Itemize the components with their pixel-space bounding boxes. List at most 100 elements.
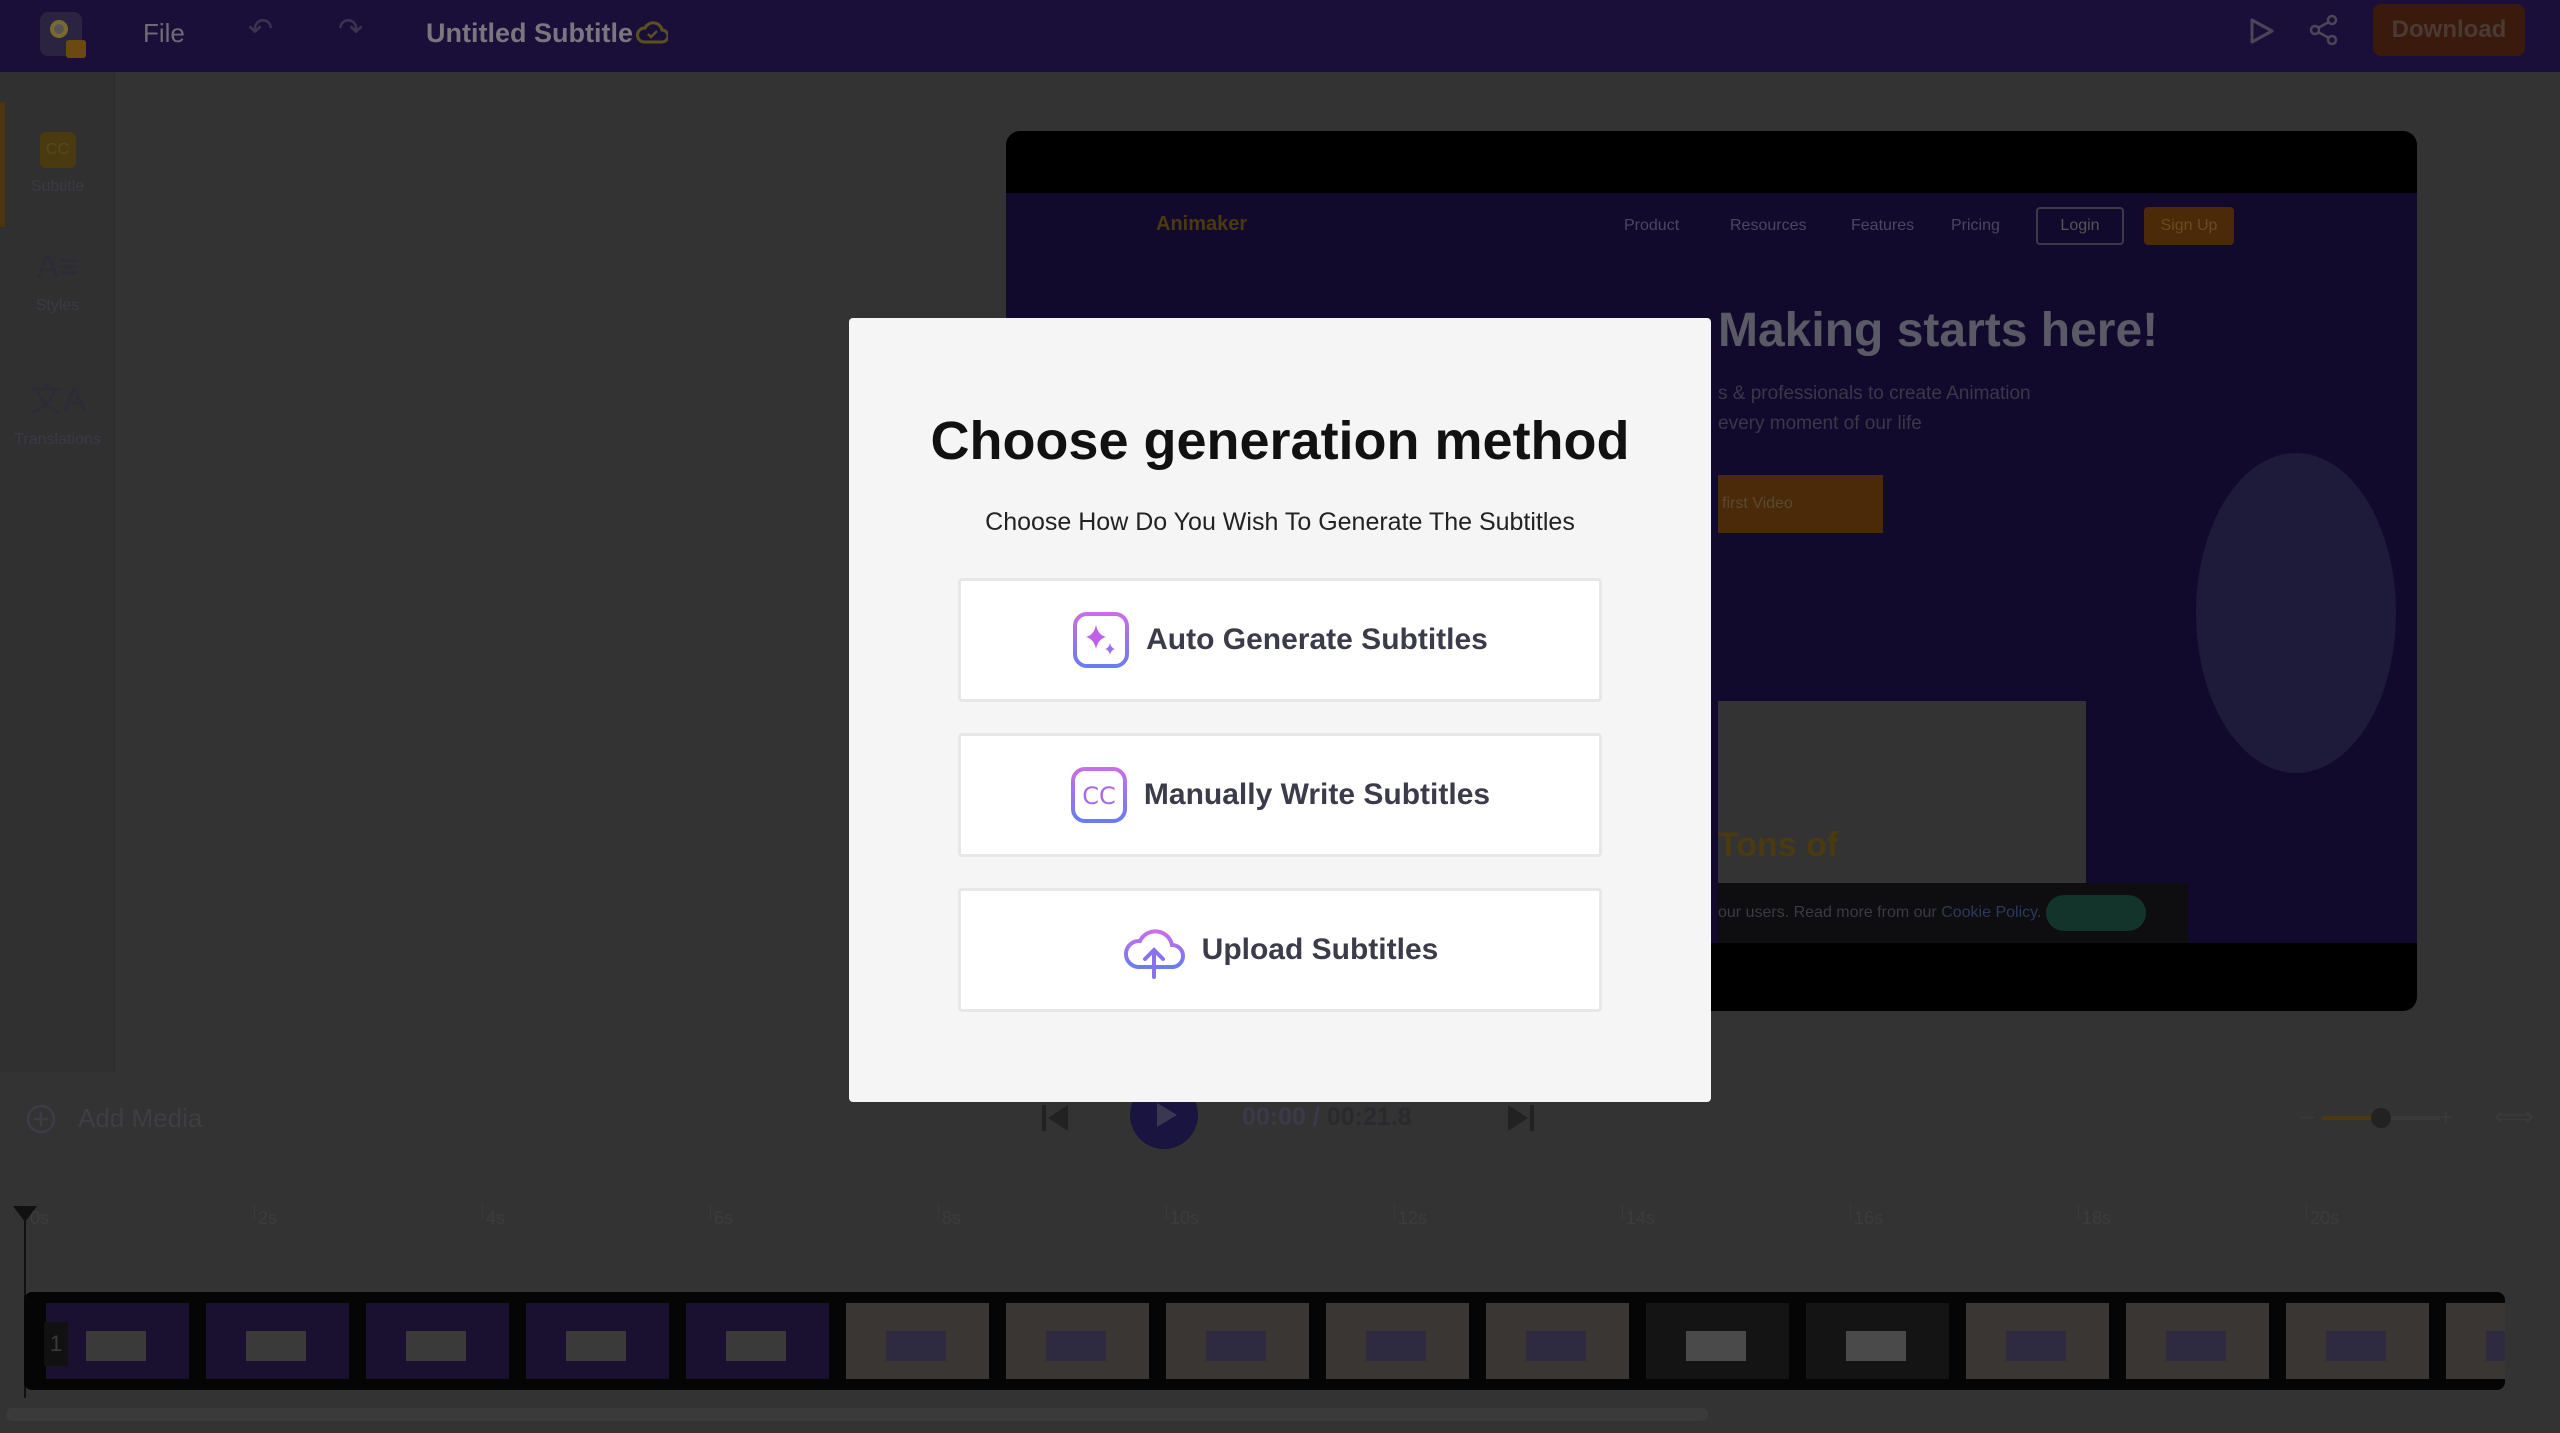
thumbnail-frame (1806, 1303, 1949, 1379)
ruler-tick-label: 20s (2310, 1208, 2340, 1228)
ruler-tick-label: 4s (486, 1208, 506, 1228)
thumbnail-frame (526, 1303, 669, 1379)
preview-cta: first Video (1718, 475, 1883, 533)
cc-icon: CC (0, 124, 115, 168)
thumbnail-frame (1326, 1303, 1469, 1379)
preview-tagline: every moment of our life (1718, 413, 1922, 434)
timeline-scrollbar[interactable] (6, 1408, 1708, 1421)
preview-tagline: s & professionals to create Animation (1718, 383, 2031, 404)
video-track[interactable]: 1 (24, 1292, 2505, 1390)
svg-text:CC: CC (1082, 782, 1116, 810)
ruler-tick-label: 16s (1854, 1208, 1884, 1228)
ruler-tick-label: 10s (1170, 1208, 1200, 1228)
undo-icon[interactable]: ↶ (248, 12, 273, 47)
mascot-image (2196, 453, 2396, 773)
zoom-out-button[interactable]: − (2300, 1102, 2315, 1133)
project-title[interactable]: Untitled Subtitle (426, 18, 633, 49)
preview-section: Tons of (1718, 701, 2086, 883)
thumbnail-frame (2446, 1303, 2505, 1379)
time-separator: / (1312, 1103, 1320, 1131)
dialog-title: Choose generation method (930, 411, 1630, 471)
cookie-link: Cookie Policy. (1941, 904, 2042, 921)
option-label: Auto Generate Subtitles (1146, 623, 1488, 656)
ruler-tick (710, 1204, 711, 1220)
skip-back-icon[interactable] (1042, 1103, 1070, 1133)
zoom-in-button[interactable]: + (2438, 1102, 2453, 1133)
share-icon[interactable] (2308, 14, 2340, 46)
thumbnail-frame (846, 1303, 989, 1379)
thumbnail-frame (2286, 1303, 2429, 1379)
cc-icon: CC (1070, 767, 1127, 823)
total-time: 00:21.8 (1326, 1103, 1412, 1131)
ruler-tick (2306, 1204, 2307, 1220)
auto-generate-option[interactable]: Auto Generate Subtitles (958, 578, 1602, 702)
app-logo[interactable] (40, 12, 86, 58)
thumbnail-frame (686, 1303, 829, 1379)
preview-nav-item: Pricing (1951, 217, 2000, 234)
add-media-button[interactable]: Add Media (78, 1103, 202, 1134)
cloud-saved-icon (636, 21, 668, 44)
download-button[interactable]: Download (2373, 4, 2525, 56)
timeline-ruler[interactable]: 0s 2s 4s 6s 8s 10s 12s 14s 16s 18s 20s (0, 1190, 2560, 1230)
preview-brand: Animaker (1156, 213, 1248, 235)
zoom-slider[interactable] (2322, 1108, 2440, 1128)
sidebar-item-translations[interactable]: 文A Translations (0, 372, 115, 449)
thumbnail-frame (1646, 1303, 1789, 1379)
preview-login: Login (2036, 207, 2124, 245)
thumbnail-frame (1166, 1303, 1309, 1379)
sparkle-icon (1073, 612, 1130, 668)
text-styles-icon: A≡ (36, 248, 79, 286)
preview-nav-item: Product (1624, 217, 1680, 234)
manual-write-option[interactable]: CC Manually Write Subtitles (958, 733, 1602, 857)
cookie-banner: our users. Read more from our Cookie Pol… (1718, 883, 2188, 943)
ruler-tick (1166, 1204, 1167, 1220)
thumbnail-frame (2126, 1303, 2269, 1379)
preview-nav-item: Resources (1730, 217, 1807, 234)
preview-section-text: Tons of (1718, 826, 1839, 864)
ruler-tick-label: 2s (258, 1208, 278, 1228)
top-bar: File ↶ ↷ Untitled Subtitle Download (0, 0, 2560, 72)
ruler-tick-label: 8s (942, 1208, 962, 1228)
preview-signup: Sign Up (2144, 207, 2234, 245)
dialog-subtitle: Choose How Do You Wish To Generate The S… (985, 508, 1575, 536)
ruler-tick (1622, 1204, 1623, 1220)
file-menu[interactable]: File (143, 18, 185, 49)
cloud-upload-icon (1123, 929, 1185, 979)
subtitle-panel (115, 72, 860, 1072)
thumbnail-frame (1486, 1303, 1629, 1379)
zoom-slider-handle[interactable] (2371, 1108, 2391, 1128)
sidebar-item-styles[interactable]: A≡ Styles (0, 248, 115, 315)
current-time: 00:00 (1242, 1103, 1306, 1131)
sidebar-item-subtitle[interactable]: CC Subtitle (0, 124, 115, 196)
skip-forward-icon[interactable] (1508, 1103, 1536, 1133)
ruler-tick (1850, 1204, 1851, 1220)
add-media-icon[interactable] (25, 1103, 57, 1135)
ruler-tick (254, 1204, 255, 1220)
option-label: Upload Subtitles (1201, 933, 1439, 966)
generation-method-dialog: Choose generation method Choose How Do Y… (849, 318, 1711, 1102)
sidebar-item-label: Styles (35, 297, 80, 314)
thumbnail-frame (1006, 1303, 1149, 1379)
translate-icon: 文A (29, 381, 86, 419)
preview-nav-item: Features (1851, 217, 1915, 234)
clip-number: 1 (44, 1322, 68, 1366)
ruler-tick-label: 14s (1626, 1208, 1656, 1228)
ruler-tick (938, 1204, 939, 1220)
redo-icon[interactable]: ↷ (338, 12, 363, 47)
ruler-tick (1394, 1204, 1395, 1220)
ruler-tick-label: 12s (1398, 1208, 1428, 1228)
sidebar-item-label: Translations (14, 431, 101, 448)
ruler-tick-label: 18s (2082, 1208, 2112, 1228)
preview-headline: Making starts here! (1718, 304, 2159, 357)
preview-play-icon[interactable] (2246, 16, 2276, 46)
cookie-accept-button (2045, 894, 2146, 931)
ruler-tick-label: 6s (714, 1208, 734, 1228)
thumbnail-frame (206, 1303, 349, 1379)
fit-timeline-icon[interactable]: ⟺ (2494, 1100, 2534, 1133)
ruler-tick (482, 1204, 483, 1220)
upload-option[interactable]: Upload Subtitles (958, 888, 1602, 1012)
thumbnail-frame (1966, 1303, 2109, 1379)
sidebar-item-label: Subtitle (30, 178, 85, 195)
ruler-tick (2078, 1204, 2079, 1220)
thumbnail-frame (366, 1303, 509, 1379)
